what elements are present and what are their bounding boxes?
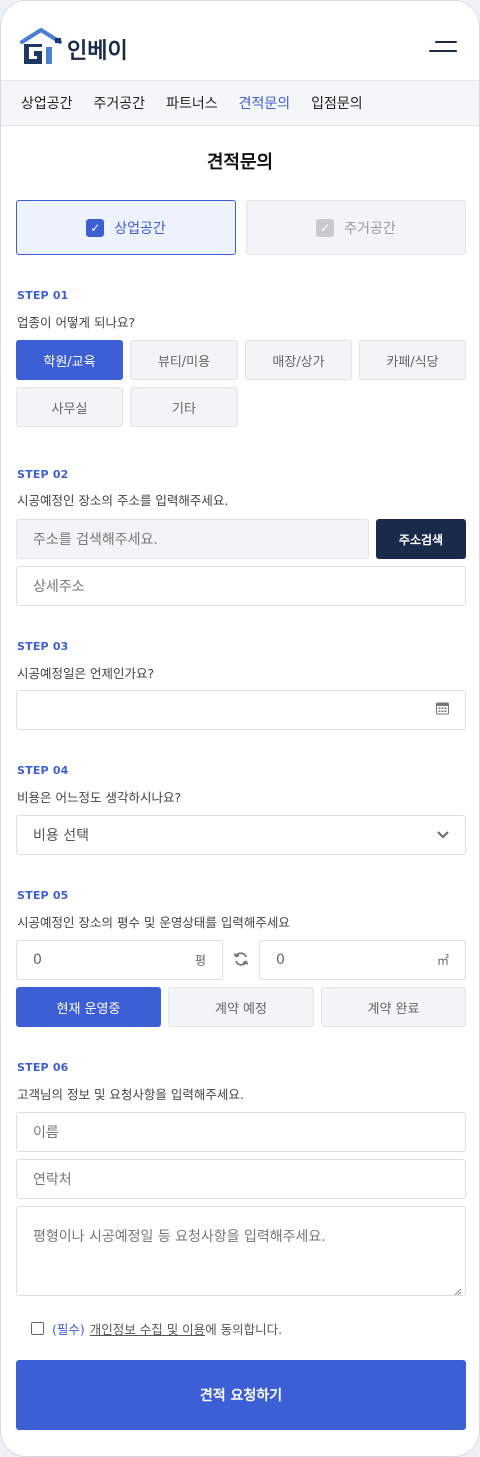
privacy-policy-link[interactable]: 개인정보 수집 및 이용: [90, 1319, 205, 1338]
header: 인베이: [1, 1, 479, 80]
step-label: STEP 02: [17, 468, 69, 481]
step-label: STEP 06: [17, 1061, 69, 1074]
resize-handle-icon[interactable]: [454, 1284, 462, 1296]
address-placeholder: 주소를 검색해주세요.: [33, 532, 158, 548]
house-logo-icon: [19, 27, 65, 67]
pyeong-unit: 평: [194, 953, 206, 968]
nav-item-store-inquiry[interactable]: 입점문의: [311, 93, 363, 113]
budget-selected-value: 비용 선택: [33, 828, 89, 844]
detail-address-input[interactable]: 상세주소: [16, 566, 466, 606]
step-question: 시공예정일은 언제인가요?: [17, 666, 155, 681]
agreement-suffix: 에 동의합니다.: [205, 1322, 283, 1337]
step-question: 시공예정인 장소의 평수 및 운영상태를 입력해주세요: [17, 915, 290, 930]
industry-option-education[interactable]: 학원/교육: [16, 340, 123, 380]
industry-option-office[interactable]: 사무실: [16, 387, 123, 427]
industry-option-cafe[interactable]: 카페/식당: [359, 340, 466, 380]
industry-option-beauty[interactable]: 뷰티/미용: [130, 340, 238, 380]
brand-name: 인베이: [67, 39, 128, 64]
phone-input[interactable]: 연락처: [16, 1159, 466, 1199]
space-type-label: 주거공간: [344, 220, 396, 237]
nav-item-residential[interactable]: 주거공간: [94, 93, 146, 113]
step-label: STEP 04: [17, 764, 69, 777]
phone-placeholder: 연락처: [33, 1172, 72, 1188]
step-question: 고객님의 정보 및 요청사항을 입력해주세요.: [17, 1087, 244, 1102]
app-frame: 인베이 상업공간 주거공간 파트너스 견적문의 입점문의 견적문의 ✓ 상업공간…: [0, 0, 480, 1457]
name-placeholder: 이름: [33, 1125, 59, 1141]
space-type-label: 상업공간: [114, 220, 166, 237]
calendar-icon[interactable]: [436, 702, 449, 719]
page-title: 견적문의: [206, 152, 274, 173]
hamburger-menu-icon[interactable]: [429, 37, 459, 57]
step-label: STEP 01: [17, 289, 69, 302]
agree-checkbox[interactable]: [31, 1322, 44, 1335]
step-question: 업종이 어떻게 되나요?: [17, 315, 136, 330]
space-type-residential-button[interactable]: ✓ 주거공간: [246, 200, 466, 255]
address-search-button[interactable]: 주소검색: [376, 519, 466, 559]
nav-item-commercial[interactable]: 상업공간: [21, 93, 73, 113]
menu-line-top: [435, 41, 457, 43]
checkbox-checked-icon: ✓: [86, 218, 105, 237]
budget-select[interactable]: 비용 선택: [16, 815, 466, 855]
step-question: 비용은 어느정도 생각하시나요?: [17, 790, 182, 805]
step-label: STEP 03: [17, 640, 69, 653]
pyeong-input[interactable]: 0 평: [16, 940, 223, 980]
main-nav: 상업공간 주거공간 파트너스 견적문의 입점문의: [1, 80, 479, 126]
privacy-agreement: (필수) 개인정보 수집 및 이용 에 동의합니다.: [31, 1319, 282, 1338]
step-label: STEP 05: [17, 889, 69, 902]
nav-item-partners[interactable]: 파트너스: [166, 93, 218, 113]
request-placeholder: 평형이나 시공예정일 등 요청사항을 입력해주세요.: [33, 1229, 326, 1245]
nav-item-estimate[interactable]: 견적문의: [239, 93, 291, 113]
address-search-input[interactable]: 주소를 검색해주세요.: [16, 519, 369, 559]
status-contract-done-button[interactable]: 계약 완료: [321, 987, 466, 1027]
required-label: (필수): [52, 1322, 85, 1337]
pyeong-value: 0: [33, 952, 42, 968]
convert-refresh-icon[interactable]: [233, 951, 249, 967]
checkbox-icon: ✓: [316, 218, 335, 237]
industry-option-store[interactable]: 매장/상가: [245, 340, 352, 380]
logo[interactable]: 인베이: [19, 27, 128, 67]
sqm-value: 0: [276, 952, 285, 968]
space-type-commercial-button[interactable]: ✓ 상업공간: [16, 200, 236, 255]
menu-line-bottom: [429, 50, 457, 52]
status-operating-button[interactable]: 현재 운영중: [16, 987, 161, 1027]
submit-estimate-button[interactable]: 견적 요청하기: [16, 1360, 466, 1430]
chevron-down-icon: [437, 827, 449, 843]
step-question: 시공예정인 장소의 주소를 입력해주세요.: [17, 493, 229, 508]
sqm-input[interactable]: 0 ㎡: [259, 940, 466, 980]
status-contract-planned-button[interactable]: 계약 예정: [168, 987, 314, 1027]
name-input[interactable]: 이름: [16, 1112, 466, 1152]
date-input[interactable]: [16, 690, 466, 730]
detail-address-placeholder: 상세주소: [33, 579, 85, 595]
request-textarea[interactable]: 평형이나 시공예정일 등 요청사항을 입력해주세요.: [16, 1206, 466, 1296]
sqm-unit: ㎡: [436, 953, 449, 968]
industry-option-other[interactable]: 기타: [130, 387, 238, 427]
